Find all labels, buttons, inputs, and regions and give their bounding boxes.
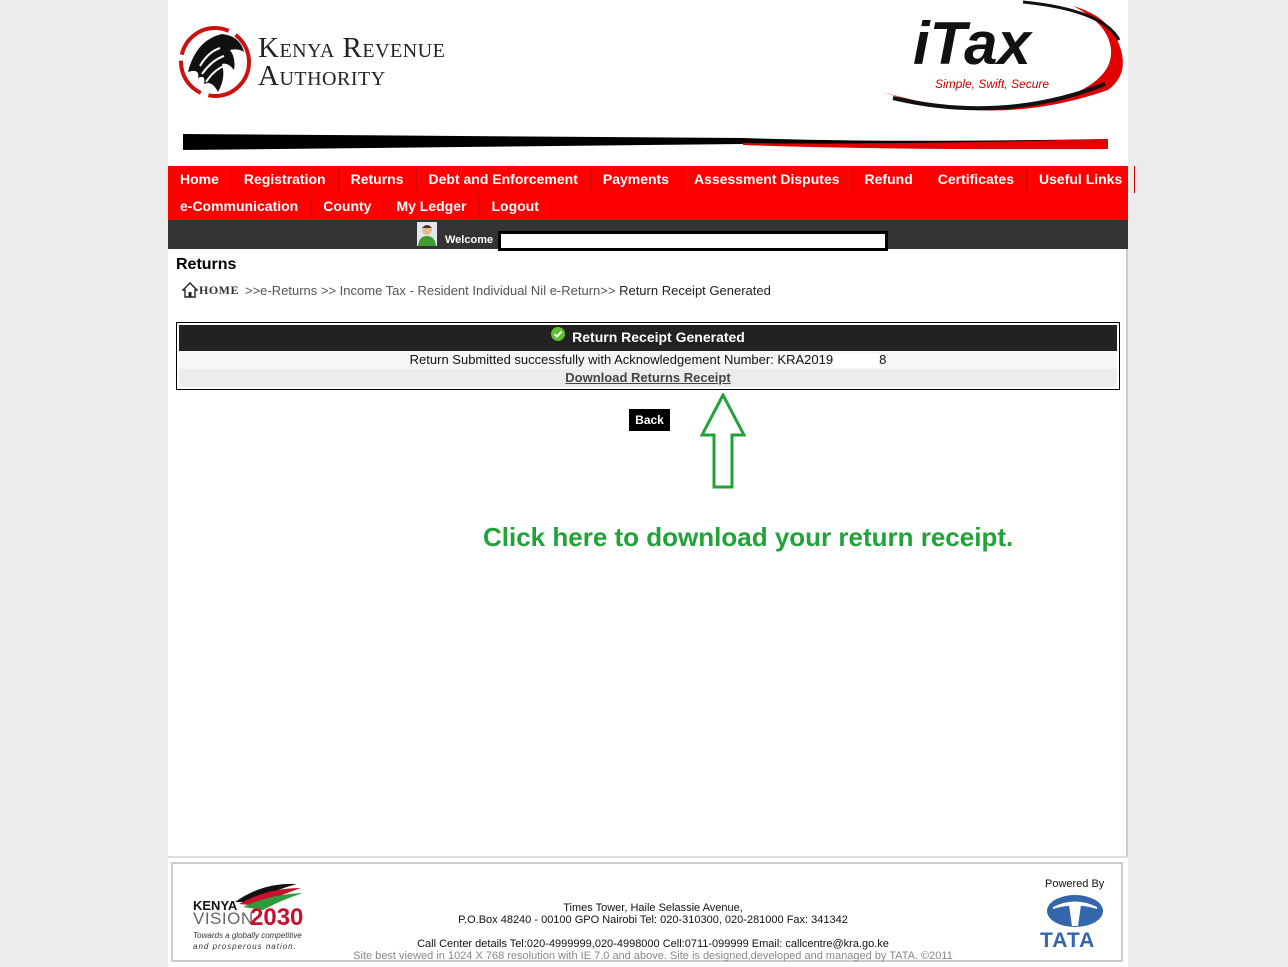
receipt-download-row: Download Returns Receipt [179, 369, 1117, 387]
page: Kenya Revenue Authority iTax Simple, Swi… [168, 0, 1136, 967]
nav-item-assessment-disputes[interactable]: Assessment Disputes [682, 166, 853, 193]
success-check-icon [551, 327, 566, 341]
itax-tagline: Simple, Swift, Secure [935, 77, 1049, 91]
receipt-panel-header: Return Receipt Generated [179, 325, 1117, 351]
kra-wordmark: Kenya Revenue Authority [258, 32, 446, 92]
nav-item-my-ledger[interactable]: My Ledger [384, 193, 480, 220]
annotation-text: Click here to download your return recei… [483, 522, 1014, 552]
powered-by-label: Powered By [1045, 878, 1105, 890]
nav-item-certificates[interactable]: Certificates [926, 166, 1028, 193]
receipt-panel: Return Receipt Generated Return Submitte… [176, 322, 1120, 390]
nav-item-e-communication[interactable]: e-Communication [168, 193, 312, 220]
nav-item-debt-enforcement[interactable]: Debt and Enforcement [417, 166, 591, 193]
itax-title: iTax [913, 10, 1033, 77]
footer-address-line1: Times Tower, Haile Selassie Avenue, [563, 902, 743, 914]
footer-call-center: Call Center details Tel:020-4999999,020-… [417, 938, 889, 950]
annotation-up-arrow-icon [700, 393, 746, 489]
nav-item-payments[interactable]: Payments [591, 166, 683, 193]
nav-item-county[interactable]: County [311, 193, 385, 220]
itax-logo: iTax Simple, Swift, Secure [883, 0, 1123, 111]
kra-name-line1: Kenya Revenue [258, 32, 446, 64]
welcome-label: Welcome [445, 234, 494, 246]
ack-number-suffix: 8 [879, 352, 887, 367]
receipt-message-row: Return Submitted successfully with Ackno… [179, 351, 1117, 369]
site-footer: KENYA VISION 2030 Towards a globally com… [168, 856, 1128, 967]
download-returns-receipt-link[interactable]: Download Returns Receipt [565, 370, 730, 385]
welcome-bar: Welcome [168, 220, 1128, 251]
nav-item-returns[interactable]: Returns [339, 166, 417, 193]
breadcrumb-home-link[interactable]: HOME [182, 282, 239, 298]
tata-wordmark: TATA [1040, 929, 1096, 952]
footer-address-line2: P.O.Box 48240 - 00100 GPO Nairobi Tel: 0… [458, 914, 848, 926]
redacted-username [498, 231, 888, 251]
kra-lion-logo-icon [179, 26, 251, 98]
nav-item-registration[interactable]: Registration [232, 166, 339, 193]
redacted-ack-digits [833, 353, 880, 368]
site-header: Kenya Revenue Authority iTax Simple, Swi… [168, 0, 1128, 166]
kra-name-line2: Authority [258, 60, 386, 92]
breadcrumb: HOME >>e-Returns >> Income Tax - Residen… [182, 282, 771, 298]
nav-row-2: e-Communication County My Ledger Logout [168, 193, 552, 220]
nav-item-home[interactable]: Home [168, 166, 232, 193]
section-title: Returns [176, 256, 237, 273]
home-icon [182, 282, 198, 298]
breadcrumb-home-label: HOME [199, 283, 239, 297]
breadcrumb-path: >>e-Returns >> Income Tax - Resident Ind… [245, 283, 616, 298]
user-avatar-icon [417, 222, 437, 246]
receipt-message: Return Submitted successfully with Ackno… [409, 352, 834, 367]
footer-panel: KENYA VISION 2030 Towards a globally com… [171, 862, 1123, 962]
receipt-header-title: Return Receipt Generated [572, 329, 745, 345]
header-brush-stripe [183, 134, 1108, 150]
nav-item-useful-links[interactable]: Useful Links [1027, 166, 1136, 193]
nav-item-refund[interactable]: Refund [853, 166, 926, 193]
footer-site-note: Site best viewed in 1024 X 768 resolutio… [353, 950, 953, 962]
breadcrumb-current: Return Receipt Generated [615, 283, 771, 298]
main-nav: Home Registration Returns Debt and Enfor… [168, 166, 1136, 220]
nav-row-1: Home Registration Returns Debt and Enfor… [168, 166, 1136, 193]
back-button[interactable]: Back [629, 409, 670, 431]
nav-item-logout[interactable]: Logout [479, 193, 552, 220]
tata-logo-icon [1047, 895, 1103, 927]
